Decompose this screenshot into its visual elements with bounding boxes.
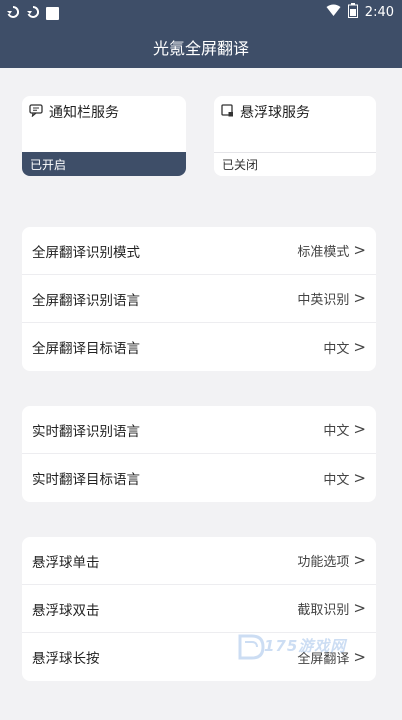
floating-service-card[interactable]: 悬浮球服务 已关闭	[214, 96, 376, 176]
row-value: 中文	[323, 472, 350, 488]
settings-row-ball-double-tap[interactable]: 悬浮球双击 截取识别 >	[22, 585, 376, 633]
row-value: 全屏翻译	[297, 651, 350, 667]
notification-service-status: 已开启	[22, 152, 186, 176]
row-label: 悬浮球双击	[32, 602, 100, 619]
row-label: 悬浮球长按	[32, 651, 100, 667]
row-label: 实时翻译识别语言	[32, 423, 140, 440]
row-value: 标准模式	[297, 245, 350, 260]
row-label: 实时翻译目标语言	[32, 472, 140, 488]
floating-service-label: 悬浮球服务	[240, 105, 310, 121]
sync-icon	[6, 4, 20, 23]
chevron-right-icon: >	[353, 241, 366, 259]
chat-icon	[29, 103, 43, 121]
square-icon	[221, 103, 234, 121]
chevron-right-icon: >	[353, 420, 366, 438]
settings-row-realtime-target-lang[interactable]: 实时翻译目标语言 中文 >	[22, 454, 376, 502]
battery-icon	[347, 3, 358, 22]
floating-ball-settings-group: 悬浮球单击 功能选项 > 悬浮球双击 截取识别 > 悬浮球长按 全屏翻译 >	[22, 537, 376, 681]
row-label: 全屏翻译识别模式	[32, 244, 140, 261]
floating-service-status: 已关闭	[214, 152, 376, 176]
row-value: 中文	[323, 424, 350, 439]
settings-row-ball-long-press[interactable]: 悬浮球长按 全屏翻译 >	[22, 633, 376, 681]
notification-service-card[interactable]: 通知栏服务 已开启	[22, 96, 186, 176]
row-value: 中文	[323, 341, 350, 357]
chevron-right-icon: >	[353, 551, 366, 569]
fullscreen-settings-group: 全屏翻译识别模式 标准模式 > 全屏翻译识别语言 中英识别 > 全屏翻译目标语言 中…	[22, 227, 376, 371]
row-value: 功能选项	[297, 555, 350, 570]
chevron-right-icon: >	[353, 599, 366, 617]
chevron-right-icon: >	[353, 289, 366, 307]
row-value: 截取识别	[297, 603, 350, 618]
row-value: 中英识别	[297, 293, 350, 308]
sync-icon	[26, 4, 40, 23]
chevron-right-icon: >	[353, 337, 366, 356]
chevron-right-icon: >	[353, 468, 366, 487]
row-label: 全屏翻译目标语言	[32, 341, 140, 357]
app-bar: 光氪全屏翻译	[0, 26, 402, 68]
status-time: 2:40	[364, 5, 394, 20]
page-title: 光氪全屏翻译	[152, 39, 249, 58]
settings-row-fullscreen-target-lang[interactable]: 全屏翻译目标语言 中文 >	[22, 323, 376, 371]
row-label: 悬浮球单击	[32, 554, 100, 571]
square-icon	[46, 7, 59, 20]
settings-row-ball-single-tap[interactable]: 悬浮球单击 功能选项 >	[22, 537, 376, 585]
chevron-right-icon: >	[353, 647, 366, 666]
realtime-settings-group: 实时翻译识别语言 中文 > 实时翻译目标语言 中文 >	[22, 406, 376, 502]
notification-service-label: 通知栏服务	[49, 105, 119, 121]
status-bar: 2:40	[0, 0, 402, 26]
settings-row-fullscreen-mode[interactable]: 全屏翻译识别模式 标准模式 >	[22, 227, 376, 275]
settings-row-fullscreen-source-lang[interactable]: 全屏翻译识别语言 中英识别 >	[22, 275, 376, 323]
row-label: 全屏翻译识别语言	[32, 292, 140, 309]
wifi-icon	[326, 4, 341, 21]
settings-row-realtime-source-lang[interactable]: 实时翻译识别语言 中文 >	[22, 406, 376, 454]
